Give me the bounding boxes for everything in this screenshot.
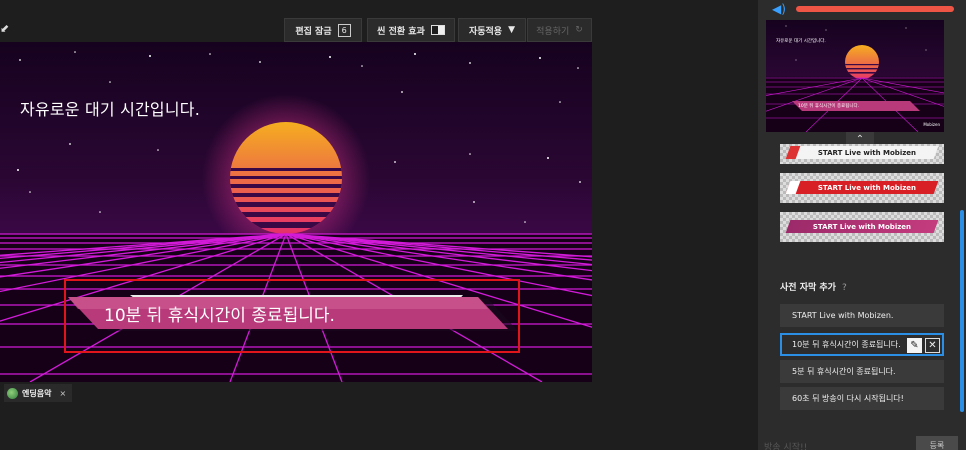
caption-item[interactable]: 60초 뒤 방송이 다시 시작됩니다! xyxy=(780,387,944,410)
lower-third-preset-2[interactable]: START Live with Mobizen xyxy=(780,173,944,203)
volume-slider[interactable] xyxy=(796,6,954,12)
delete-icon[interactable]: ✕ xyxy=(925,338,940,353)
caption-panel: ◀) 자유로운 대기 시간입니다. 10분 뒤 휴식시간이 종료됩니다. Mob… xyxy=(758,0,966,450)
caption-item-label: 60초 뒤 방송이 다시 시작됩니다! xyxy=(792,394,904,403)
edit-lock-button[interactable]: 편집 잠금 6 xyxy=(284,18,362,42)
scene-thumbnail[interactable]: 자유로운 대기 시간입니다. 10분 뒤 휴식시간이 종료됩니다. Mobize… xyxy=(766,20,944,132)
section-title: 사전 자막 추가 xyxy=(780,283,836,293)
refresh-icon: ↻ xyxy=(575,25,583,35)
ending-music-label: 엔딩음악 xyxy=(22,388,52,398)
toggle-icon xyxy=(430,25,445,35)
scene-preview[interactable]: 자유로운 대기 시간입니다. 10분 뒤 휴식시간이 종료됩니다. xyxy=(0,42,592,382)
volume-icon[interactable]: ◀) xyxy=(772,2,786,16)
scene-transition-label: 씬 전환 효과 xyxy=(377,26,425,37)
apply-button[interactable]: 적용하기 ↻ xyxy=(527,18,592,42)
auto-apply-dropdown[interactable]: 자동적용 ▼ xyxy=(458,18,526,42)
edit-lock-label: 편집 잠금 xyxy=(295,26,332,37)
preset-caption-heading: 사전 자막 추가? xyxy=(780,280,847,293)
lower-third-label: START Live with Mobizen xyxy=(817,183,917,192)
auto-apply-label: 자동적용 xyxy=(468,26,503,37)
globe-icon xyxy=(7,387,18,399)
caption-input-placeholder[interactable]: 방송 시작!! xyxy=(764,440,807,450)
selection-frame[interactable] xyxy=(64,279,520,353)
ending-music-tag[interactable]: 엔딩음악 × xyxy=(4,384,73,402)
lower-third-preset-1[interactable]: START Live with Mobizen xyxy=(780,144,944,164)
apply-label: 적용하기 xyxy=(536,26,570,37)
caption-item[interactable]: 5분 뒤 휴식시간이 종료됩니다. xyxy=(780,360,944,383)
thumbnail-message: 자유로운 대기 시간입니다. xyxy=(776,39,826,44)
help-icon[interactable]: ? xyxy=(842,283,847,293)
thumbnail-art xyxy=(766,25,944,132)
edit-icon[interactable]: ✎ xyxy=(907,338,922,353)
chevron-down-icon: ▼ xyxy=(508,25,516,35)
thumbnail-brand: Mobizen xyxy=(923,122,940,127)
thumbnail-caption: 10분 뒤 휴식시간이 종료됩니다. xyxy=(798,104,860,109)
preview-toolbar: ⬋ 편집 잠금 6 씬 전환 효과 자동적용 ▼ 적용하기 ↻ xyxy=(0,18,592,42)
caption-item-selected[interactable]: 10분 뒤 휴식시간이 종료됩니다. ✎ ✕ xyxy=(780,333,944,356)
lower-third-label: START Live with Mobizen xyxy=(817,148,917,157)
preview-message: 자유로운 대기 시간입니다. xyxy=(20,100,200,119)
caption-item-label: START Live with Mobizen. xyxy=(792,311,894,320)
lower-third-label: START Live with Mobizen xyxy=(812,222,912,231)
register-button[interactable]: 등록 xyxy=(916,436,958,450)
expand-icon[interactable]: ⬋ xyxy=(0,22,9,35)
lower-third-preset-3[interactable]: START Live with Mobizen xyxy=(780,212,944,242)
caption-item-label: 10분 뒤 휴식시간이 종료됩니다. xyxy=(792,340,901,349)
close-icon[interactable]: × xyxy=(59,389,66,398)
lock-icon: 6 xyxy=(337,23,351,37)
caption-item-label: 5분 뒤 휴식시간이 종료됩니다. xyxy=(792,367,896,376)
caption-item[interactable]: START Live with Mobizen. xyxy=(780,304,944,327)
panel-scrollbar[interactable] xyxy=(960,210,964,412)
scene-transition-button[interactable]: 씬 전환 효과 xyxy=(367,18,455,42)
